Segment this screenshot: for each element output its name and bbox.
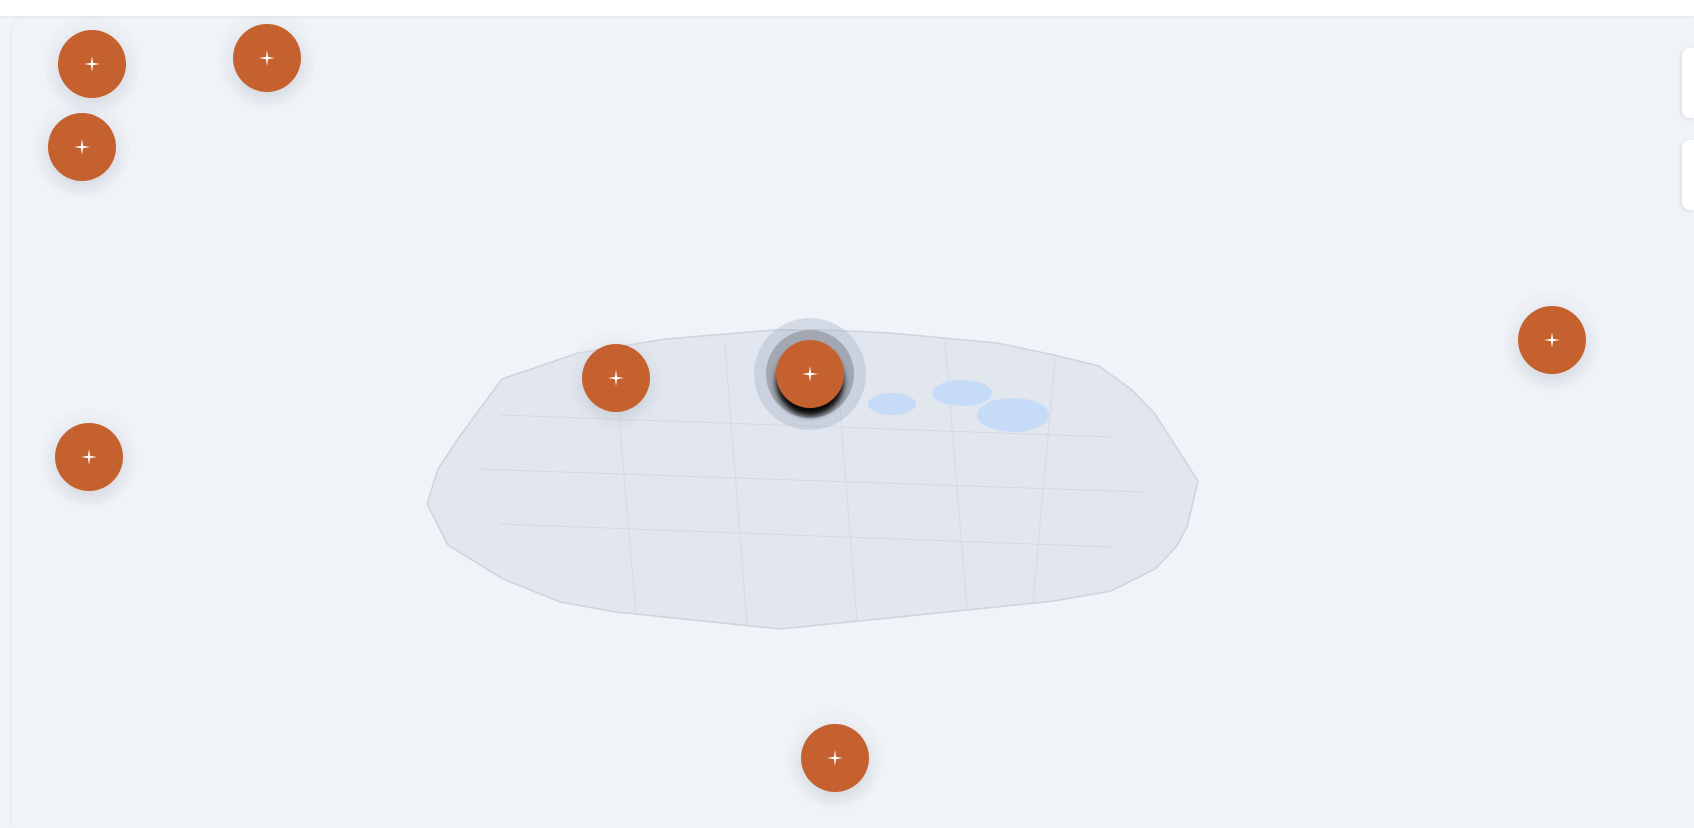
sparkle-icon: [1544, 332, 1560, 348]
sparkle-icon: [81, 449, 97, 465]
map-marker[interactable]: [233, 24, 301, 92]
panel-tab-bottom[interactable]: [1682, 140, 1694, 210]
lake: [977, 398, 1049, 432]
sparkle-icon: [84, 56, 100, 72]
map-marker[interactable]: [48, 113, 116, 181]
sparkle-icon: [802, 366, 818, 382]
map-marker[interactable]: [776, 340, 844, 408]
top-bar: [0, 0, 1694, 16]
panel-tab-top[interactable]: [1682, 48, 1694, 118]
sparkle-icon: [608, 370, 624, 386]
map-marker[interactable]: [58, 30, 126, 98]
lake: [932, 380, 992, 406]
sparkle-icon: [259, 50, 275, 66]
sparkle-icon: [827, 750, 843, 766]
map-marker[interactable]: [55, 423, 123, 491]
map-base: [426, 329, 1199, 630]
sparkle-icon: [74, 139, 90, 155]
lake: [868, 393, 916, 415]
map-marker[interactable]: [1518, 306, 1586, 374]
map-canvas[interactable]: [12, 16, 1694, 828]
map-marker[interactable]: [582, 344, 650, 412]
map-marker[interactable]: [801, 724, 869, 792]
